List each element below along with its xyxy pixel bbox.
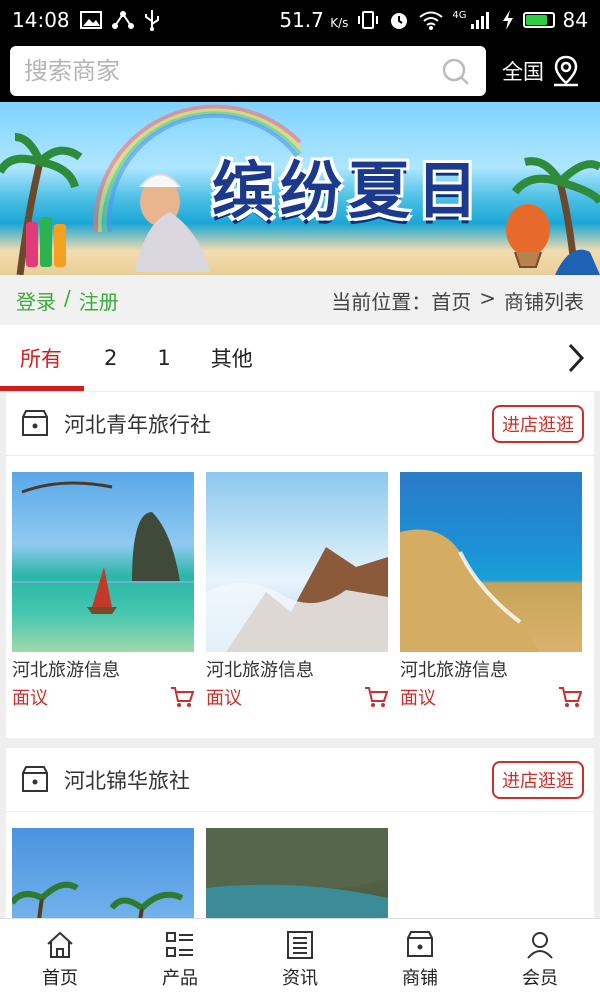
product-item[interactable]: 河北旅游信息 面议 [400,472,582,710]
product-image[interactable] [400,472,582,652]
cart-icon[interactable] [170,686,194,708]
tab-2[interactable]: 2 [104,325,117,391]
category-tabs: 所有 2 1 其他 [0,325,600,391]
nav-news[interactable]: 资讯 [240,919,360,1000]
chevron-right-icon[interactable] [566,343,586,373]
product-item[interactable]: 河北旅游信息 面议 [206,472,388,710]
battery-level: 84 [562,8,588,32]
product-image[interactable] [12,828,194,928]
auth-separator: / [64,285,71,310]
store-icon [22,409,48,436]
product-image[interactable] [206,472,388,652]
register-link[interactable]: 注册 [79,286,119,315]
region-label: 全国 [502,60,544,84]
product-name[interactable]: 河北旅游信息 [400,656,582,682]
product-item[interactable]: 河北旅游信息 面议 [12,472,194,710]
breadcrumb-current: 商铺列表 [504,289,584,314]
grid-list-icon [166,931,193,957]
store-icon [22,765,48,792]
signal-icon [470,12,489,29]
cart-icon[interactable] [558,686,582,708]
product-name[interactable]: 河北旅游信息 [206,656,388,682]
battery-icon [522,12,555,28]
breadcrumb-bar: 登录 / 注册 当前位置： 首页 > 商铺列表 [0,275,600,325]
status-time: 14:08 [12,8,70,32]
product-list [6,812,594,928]
product-price: 面议 [12,688,48,709]
network-type: 4G [452,9,467,21]
tab-other[interactable]: 其他 [211,325,253,391]
cart-icon[interactable] [364,686,388,708]
home-icon [47,931,73,958]
status-bar: 14:08 51.7 K/s 4G 84 [0,0,600,40]
bottom-nav: 首页 产品 资讯 商铺 会员 [0,918,600,1000]
shop-header[interactable]: 河北青年旅行社 进店逛逛 [6,392,594,456]
product-name[interactable]: 河北旅游信息 [12,656,194,682]
product-list: 河北旅游信息 面议 河北旅游信息 面议 河北旅游信息 面议 [6,456,594,710]
tab-1[interactable]: 1 [157,325,170,391]
alarm-icon [391,13,408,29]
product-image[interactable] [12,472,194,652]
nav-label: 会员 [522,967,558,989]
usb-icon [144,10,159,31]
tab-all[interactable]: 所有 [0,325,84,391]
auth-links: 登录 / 注册 [16,286,119,315]
image-notification-icon [79,11,102,29]
nav-products[interactable]: 产品 [120,919,240,1000]
nav-label: 首页 [42,967,78,989]
nav-stores[interactable]: 商铺 [360,919,480,1000]
nav-label: 产品 [162,967,198,989]
vibrate-icon [358,11,379,29]
shop-name[interactable]: 河北锦华旅社 [64,765,190,795]
product-meta: 面议 [206,684,388,710]
shop-card: 河北锦华旅社 进店逛逛 [6,748,594,928]
store-icon [407,930,433,957]
nav-home[interactable]: 首页 [0,919,120,1000]
app-header: 全国 [0,40,600,102]
breadcrumb: 当前位置： 首页 > 商铺列表 [331,286,584,315]
share-notification-icon [111,11,134,29]
breadcrumb-arrow: > [479,285,496,310]
nav-label: 商铺 [402,967,438,989]
product-item[interactable] [12,828,194,928]
shop-card: 河北青年旅行社 进店逛逛 河北旅游信息 面议 河北旅游信息 面议 河北旅游信息 … [6,392,594,738]
shop-name[interactable]: 河北青年旅行社 [64,409,211,439]
product-price: 面议 [206,688,242,709]
product-item[interactable] [206,828,388,928]
location-pin-icon [554,55,578,87]
enter-shop-button[interactable]: 进店逛逛 [492,760,584,799]
wifi-icon [419,11,444,30]
product-price: 面议 [400,688,436,709]
region-selector[interactable]: 全国 [502,50,580,92]
login-link[interactable]: 登录 [16,286,56,315]
search-input[interactable] [24,46,434,96]
search-icon[interactable] [442,58,470,86]
user-icon [527,931,553,959]
search-box[interactable] [10,46,486,96]
product-image[interactable] [206,828,388,928]
shop-header[interactable]: 河北锦华旅社 进店逛逛 [6,748,594,812]
product-meta: 面议 [400,684,582,710]
news-icon [287,930,313,959]
banner-title: 缤纷夏日 [212,154,485,227]
breadcrumb-home[interactable]: 首页 [431,286,471,315]
net-speed: 51.7 K/s [279,8,349,32]
enter-shop-button[interactable]: 进店逛逛 [492,404,584,443]
breadcrumb-prefix: 当前位置： [331,289,432,314]
nav-label: 资讯 [282,967,318,989]
charging-icon [502,10,513,30]
product-meta: 面议 [12,684,194,710]
promo-banner[interactable]: 缤纷夏日 [0,102,600,275]
nav-member[interactable]: 会员 [480,919,600,1000]
battery-fill [525,15,548,25]
